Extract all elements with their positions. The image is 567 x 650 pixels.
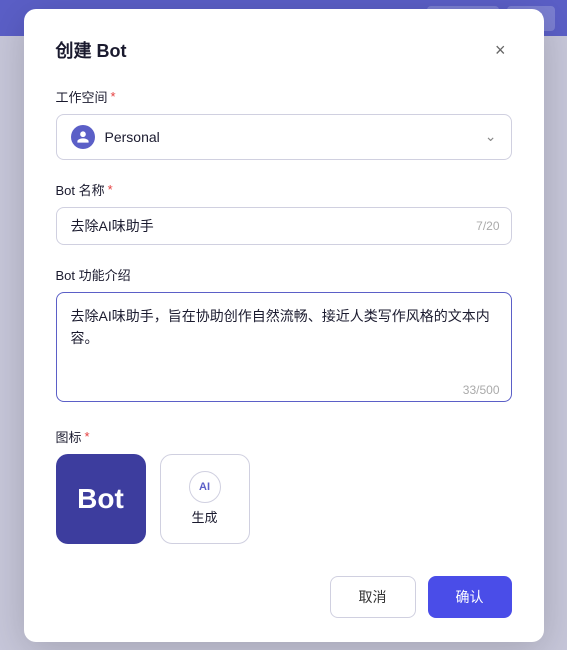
icon-label: 图标 *: [56, 427, 512, 446]
bot-icon-selected[interactable]: Bot: [56, 454, 146, 544]
icon-required: *: [85, 429, 90, 444]
bot-name-char-count: 7/20: [476, 219, 499, 233]
workspace-select-left: Personal: [71, 125, 160, 149]
close-button[interactable]: ×: [489, 39, 512, 61]
create-bot-modal: 创建 Bot × 工作空间 * Personal ⌄ Bot 名称 *: [24, 9, 544, 642]
modal-title: 创建 Bot: [56, 37, 127, 63]
modal-header: 创建 Bot ×: [56, 37, 512, 63]
workspace-section: 工作空间 * Personal ⌄: [56, 87, 512, 160]
bot-name-input[interactable]: [56, 207, 512, 245]
icon-options: Bot AI 生成: [56, 454, 512, 544]
workspace-name: Personal: [105, 129, 160, 145]
bot-desc-textarea[interactable]: 去除AI味助手，旨在协助创作自然流畅、接近人类写作风格的文本内容。: [56, 292, 512, 402]
generate-icon-button[interactable]: AI 生成: [160, 454, 250, 544]
bot-desc-char-count: 33/500: [463, 383, 500, 397]
workspace-label: 工作空间 *: [56, 87, 512, 106]
ai-icon-circle: AI: [189, 471, 221, 503]
bot-name-required: *: [108, 182, 113, 197]
bot-name-label: Bot 名称 *: [56, 180, 512, 199]
bot-desc-label: Bot 功能介绍: [56, 265, 512, 284]
bot-name-section: Bot 名称 * 7/20: [56, 180, 512, 245]
cancel-button[interactable]: 取消: [330, 576, 416, 618]
workspace-required: *: [111, 89, 116, 104]
generate-label: 生成: [191, 507, 217, 526]
chevron-down-icon: ⌄: [485, 128, 497, 145]
workspace-select[interactable]: Personal ⌄: [56, 114, 512, 160]
confirm-button[interactable]: 确认: [428, 576, 512, 618]
icon-section: 图标 * Bot AI 生成: [56, 427, 512, 544]
bot-name-input-wrapper: 7/20: [56, 207, 512, 245]
workspace-avatar: [71, 125, 95, 149]
bot-desc-section: Bot 功能介绍 去除AI味助手，旨在协助创作自然流畅、接近人类写作风格的文本内…: [56, 265, 512, 407]
bot-desc-textarea-wrapper: 去除AI味助手，旨在协助创作自然流畅、接近人类写作风格的文本内容。 33/500: [56, 292, 512, 407]
modal-footer: 取消 确认: [56, 572, 512, 618]
